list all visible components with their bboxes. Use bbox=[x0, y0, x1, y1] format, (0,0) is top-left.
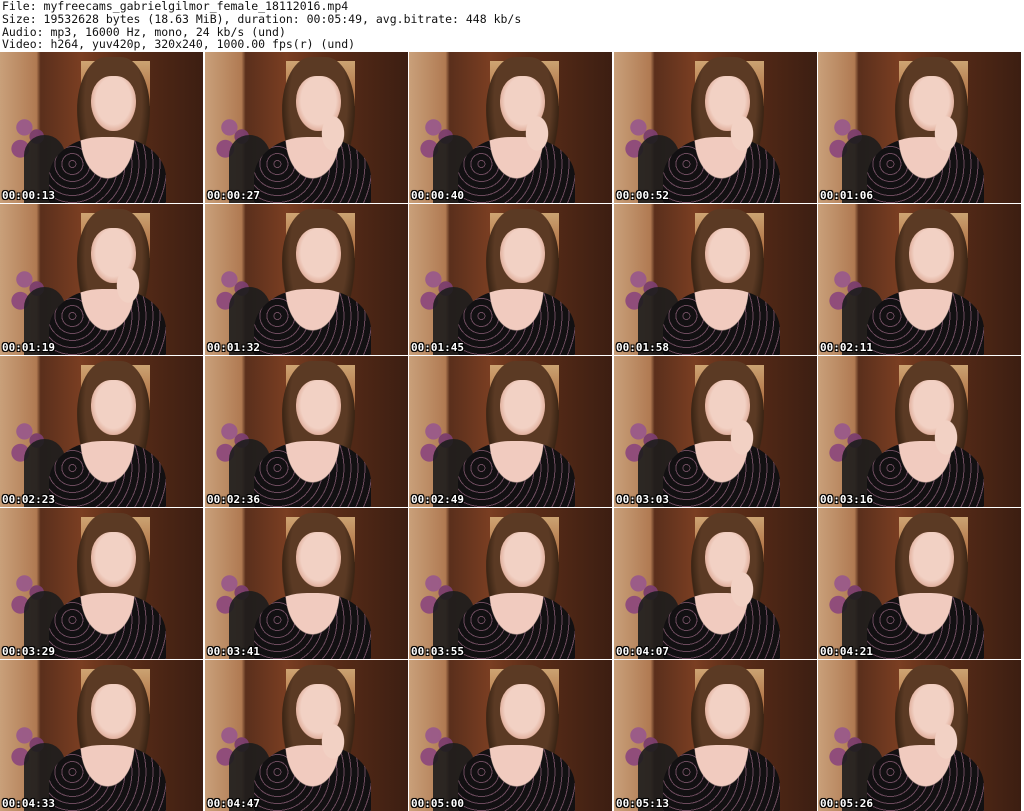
thumbnail-frame-image bbox=[0, 508, 203, 659]
video-thumbnail: 00:04:07 bbox=[614, 508, 817, 659]
thumbnail-frame-image bbox=[409, 508, 612, 659]
thumbnail-frame-image bbox=[409, 204, 612, 355]
video-thumbnail: 00:04:33 bbox=[0, 660, 203, 811]
video-thumbnail: 00:05:00 bbox=[409, 660, 612, 811]
thumbnail-timestamp: 00:02:23 bbox=[2, 493, 55, 506]
video-thumbnail: 00:02:11 bbox=[818, 204, 1021, 355]
thumbnail-frame-image bbox=[818, 660, 1021, 811]
thumbnail-frame-image bbox=[205, 660, 408, 811]
thumbnail-frame-image bbox=[614, 508, 817, 659]
video-thumbnail: 00:01:06 bbox=[818, 52, 1021, 203]
thumbnail-frame-image bbox=[614, 204, 817, 355]
thumbnail-timestamp: 00:05:00 bbox=[411, 797, 464, 810]
thumbnail-timestamp: 00:00:52 bbox=[616, 189, 669, 202]
thumbnail-timestamp: 00:00:13 bbox=[2, 189, 55, 202]
video-info-line: Video: h264, yuv420p, 320x240, 1000.00 f… bbox=[2, 37, 356, 52]
thumbnail-timestamp: 00:01:58 bbox=[616, 341, 669, 354]
video-thumbnail: 00:03:55 bbox=[409, 508, 612, 659]
thumbnail-timestamp: 00:01:32 bbox=[207, 341, 260, 354]
thumbnail-timestamp: 00:00:27 bbox=[207, 189, 260, 202]
video-thumbnail: 00:05:13 bbox=[614, 660, 817, 811]
thumbnail-frame-image bbox=[614, 660, 817, 811]
thumbnail-frame-image bbox=[205, 204, 408, 355]
thumbnail-timestamp: 00:01:06 bbox=[820, 189, 873, 202]
video-thumbnail: 00:00:40 bbox=[409, 52, 612, 203]
video-thumbnail: 00:02:49 bbox=[409, 356, 612, 507]
thumbnail-frame-image bbox=[0, 204, 203, 355]
video-thumbnail: 00:00:27 bbox=[205, 52, 408, 203]
thumbnail-timestamp: 00:04:33 bbox=[2, 797, 55, 810]
thumbnail-grid: 00:00:13 00:00:27 00:00:40 00:00:52 00:01:06… bbox=[0, 52, 1024, 811]
video-thumbnail: 00:02:23 bbox=[0, 356, 203, 507]
thumbnail-frame-image bbox=[0, 52, 203, 203]
thumbnail-timestamp: 00:02:49 bbox=[411, 493, 464, 506]
video-thumbnail: 00:01:45 bbox=[409, 204, 612, 355]
video-thumbnail: 00:03:41 bbox=[205, 508, 408, 659]
thumbnail-timestamp: 00:00:40 bbox=[411, 189, 464, 202]
thumbnail-frame-image bbox=[409, 52, 612, 203]
thumbnail-frame-image bbox=[0, 356, 203, 507]
file-size-line: Size: 19532628 bytes (18.63 MiB), durati… bbox=[2, 11, 522, 26]
thumbnail-frame-image bbox=[0, 660, 203, 811]
thumbnail-frame-image bbox=[205, 508, 408, 659]
thumbnail-frame-image bbox=[818, 204, 1021, 355]
video-thumbnail: 00:01:32 bbox=[205, 204, 408, 355]
thumbnail-frame-image bbox=[818, 356, 1021, 507]
thumbnail-timestamp: 00:03:41 bbox=[207, 645, 260, 658]
thumbnail-frame-image bbox=[205, 52, 408, 203]
video-thumbnail: 00:01:19 bbox=[0, 204, 203, 355]
video-thumbnail: 00:02:36 bbox=[205, 356, 408, 507]
thumbnail-timestamp: 00:03:55 bbox=[411, 645, 464, 658]
thumbnail-timestamp: 00:03:16 bbox=[820, 493, 873, 506]
thumbnail-frame-image bbox=[818, 52, 1021, 203]
thumbnail-frame-image bbox=[818, 508, 1021, 659]
video-thumbnail: 00:05:26 bbox=[818, 660, 1021, 811]
thumbnail-timestamp: 00:02:36 bbox=[207, 493, 260, 506]
video-thumbnail: 00:00:13 bbox=[0, 52, 203, 203]
thumbnail-timestamp: 00:04:21 bbox=[820, 645, 873, 658]
thumbnail-timestamp: 00:05:26 bbox=[820, 797, 873, 810]
thumbnail-frame-image bbox=[409, 660, 612, 811]
thumbnail-frame-image bbox=[205, 356, 408, 507]
file-info-header: File: myfreecams_gabrielgilmor_female_18… bbox=[2, 0, 521, 51]
thumbnail-timestamp: 00:03:03 bbox=[616, 493, 669, 506]
thumbnail-timestamp: 00:03:29 bbox=[2, 645, 55, 658]
video-thumbnail: 00:03:16 bbox=[818, 356, 1021, 507]
thumbnail-frame-image bbox=[409, 356, 612, 507]
video-thumbnail: 00:00:52 bbox=[614, 52, 817, 203]
thumbnail-frame-image bbox=[614, 52, 817, 203]
video-thumbnail: 00:01:58 bbox=[614, 204, 817, 355]
video-thumbnail: 00:03:29 bbox=[0, 508, 203, 659]
thumbnail-frame-image bbox=[614, 356, 817, 507]
file-name-line: File: myfreecams_gabrielgilmor_female_18… bbox=[2, 0, 349, 13]
video-thumbnail: 00:03:03 bbox=[614, 356, 817, 507]
thumbnail-timestamp: 00:01:19 bbox=[2, 341, 55, 354]
thumbnail-timestamp: 00:02:11 bbox=[820, 341, 873, 354]
video-thumbnail: 00:04:47 bbox=[205, 660, 408, 811]
thumbnail-timestamp: 00:05:13 bbox=[616, 797, 669, 810]
thumbnail-timestamp: 00:01:45 bbox=[411, 341, 464, 354]
thumbnail-timestamp: 00:04:07 bbox=[616, 645, 669, 658]
thumbnail-timestamp: 00:04:47 bbox=[207, 797, 260, 810]
video-thumbnail: 00:04:21 bbox=[818, 508, 1021, 659]
